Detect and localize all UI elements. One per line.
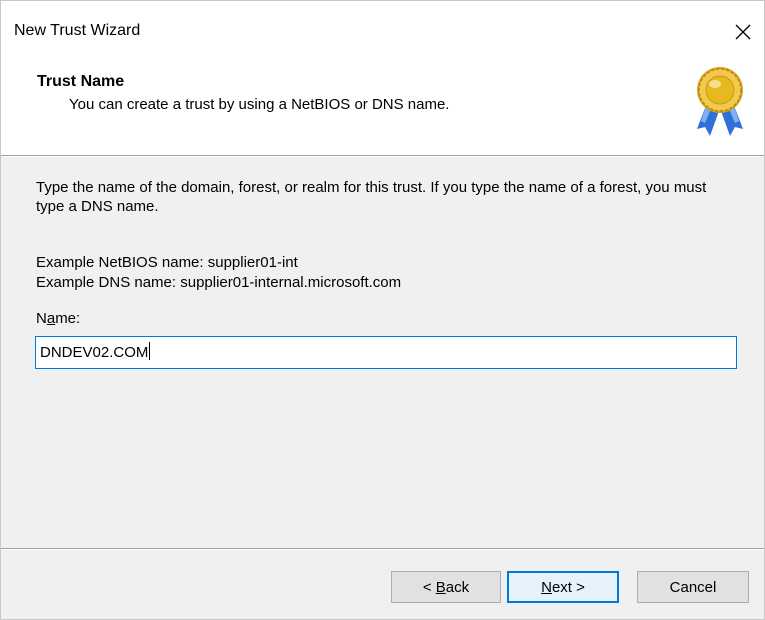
example-netbios-text: Example NetBIOS name: supplier01-int	[36, 254, 298, 271]
title-bar: New Trust Wizard	[1, 1, 764, 59]
name-input[interactable]: DNDEV02.COM	[35, 336, 737, 369]
page-subtitle: You can create a trust by using a NetBIO…	[69, 96, 450, 113]
name-label: Name:	[36, 310, 81, 327]
instruction-text: Type the name of the domain, forest, or …	[36, 179, 707, 215]
wizard-content: Type the name of the domain, forest, or …	[1, 157, 764, 547]
wizard-header: Trust Name You can create a trust by usi…	[1, 59, 764, 155]
footer-divider	[1, 548, 764, 550]
award-medal-icon	[697, 67, 743, 136]
close-icon	[735, 24, 751, 40]
text-caret	[149, 342, 151, 360]
next-button[interactable]: Next >	[507, 571, 619, 603]
name-input-value: DNDEV02.COM	[40, 344, 149, 361]
cancel-button[interactable]: Cancel	[637, 571, 749, 603]
page-title: Trust Name	[37, 73, 125, 90]
close-button[interactable]	[725, 15, 761, 49]
back-button[interactable]: < Back	[391, 571, 501, 603]
wizard-window: New Trust Wizard Trust Name You can crea…	[0, 0, 765, 620]
example-dns-text: Example DNS name: supplier01-internal.mi…	[36, 274, 402, 291]
window-title: New Trust Wizard	[14, 22, 141, 39]
